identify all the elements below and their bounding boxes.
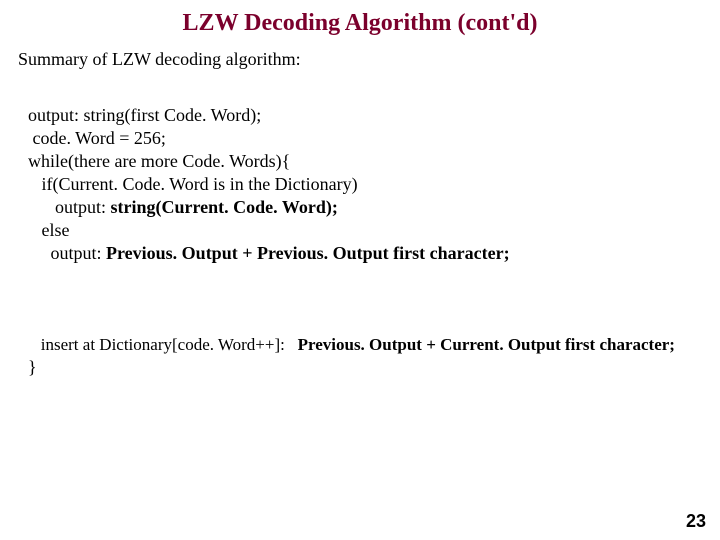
slide: LZW Decoding Algorithm (cont'd) Summary … bbox=[0, 0, 720, 540]
insert-a: insert at Dictionary[code. Word++]: bbox=[28, 335, 298, 354]
code-line-5b: string(Current. Code. Word); bbox=[111, 197, 338, 217]
insert-b: Previous. Output + Current. Output first… bbox=[298, 335, 675, 354]
page-number: 23 bbox=[686, 511, 706, 532]
pseudocode-block: output: string(first Code. Word); code. … bbox=[28, 104, 720, 265]
insert-line: insert at Dictionary[code. Word++]: Prev… bbox=[28, 335, 720, 355]
code-line-7a: output: bbox=[28, 243, 106, 263]
code-line-5a: output: bbox=[28, 197, 111, 217]
code-line-4: if(Current. Code. Word is in the Diction… bbox=[28, 174, 358, 194]
code-line-3: while(there are more Code. Words){ bbox=[28, 151, 290, 171]
code-line-7b: Previous. Output + Previous. Output firs… bbox=[106, 243, 510, 263]
code-line-6: else bbox=[28, 220, 69, 240]
close-brace: } bbox=[28, 357, 720, 378]
slide-title: LZW Decoding Algorithm (cont'd) bbox=[0, 0, 720, 37]
code-line-1: output: string(first Code. Word); bbox=[28, 105, 261, 125]
code-line-2: code. Word = 256; bbox=[28, 128, 166, 148]
summary-line: Summary of LZW decoding algorithm: bbox=[18, 49, 720, 70]
